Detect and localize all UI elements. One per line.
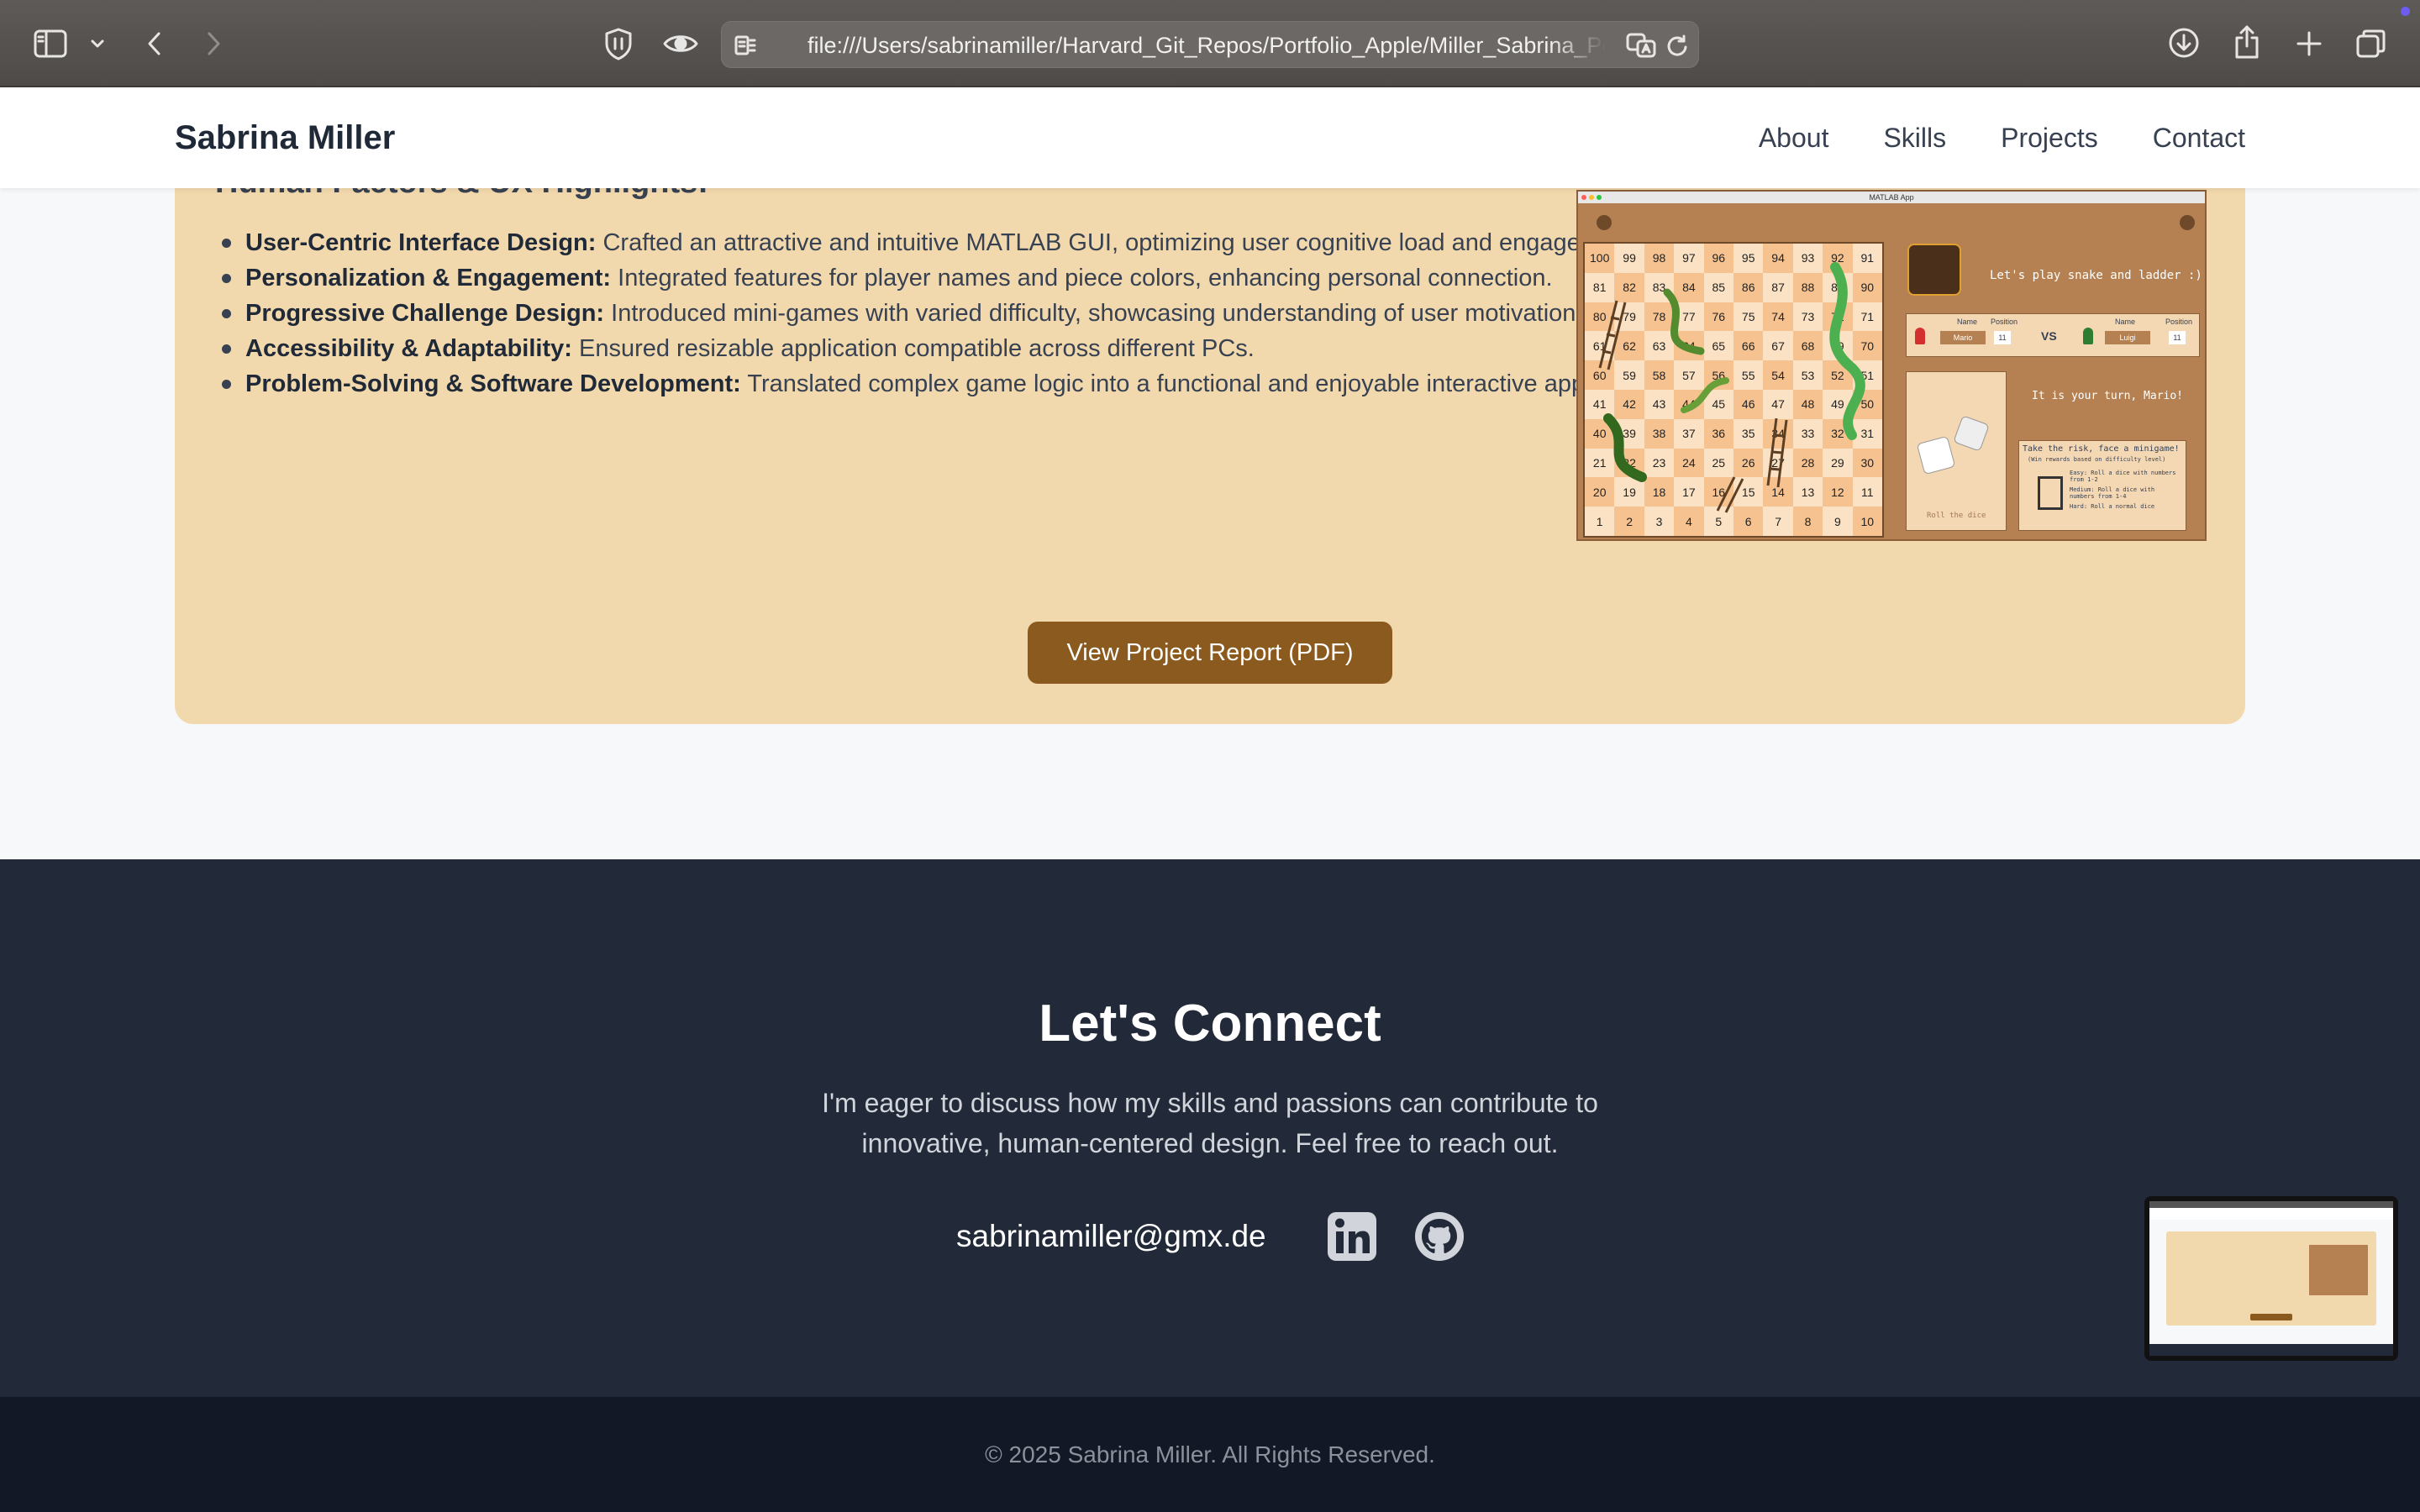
forward-icon[interactable]	[200, 27, 227, 60]
sidebar-icon[interactable]	[32, 27, 69, 60]
chevron-down-icon[interactable]	[87, 34, 108, 54]
player2-name[interactable]: Luigi	[2105, 331, 2150, 344]
highlight-title: Problem-Solving & Software Development:	[245, 370, 741, 397]
close-dot	[1581, 195, 1586, 200]
site-brand[interactable]: Sabrina Miller	[175, 87, 395, 188]
minigame-medium: Medium: Roll a dice with numbers from 1-…	[2070, 486, 2155, 500]
game-screenshot: MATLAB App 100 99 98 97 96 95 94 93 92 91 81 82 83 84…	[1576, 190, 2207, 541]
highlights-list: User-Centric Interface Design: Crafted a…	[215, 225, 1686, 402]
list-item: Personalization & Engagement: Integrated…	[215, 260, 1686, 296]
window-thumbnail[interactable]	[2144, 1196, 2398, 1361]
dice-icon	[1916, 435, 1956, 475]
ladder	[1766, 417, 1788, 488]
player1-name[interactable]: Mario	[1940, 331, 1986, 344]
ladder	[1716, 476, 1744, 513]
player1-marker	[1915, 328, 1925, 344]
list-item: Problem-Solving & Software Development: …	[215, 366, 1686, 402]
connect-section: Let's Connect I'm eager to discuss how m…	[0, 859, 2420, 1397]
email-link[interactable]: sabrinamiller@gmx.de	[956, 1219, 1266, 1254]
info-icon	[2180, 215, 2195, 230]
minigame-easy: Easy: Roll a dice with numbers from 1-2	[2070, 470, 2176, 483]
home-icon	[1597, 215, 1612, 230]
project-card: Human Factors & UX Highlights: User-Cent…	[175, 126, 2245, 724]
highlight-title: Progressive Challenge Design:	[245, 300, 605, 327]
col-name-label: Name	[1957, 318, 1978, 326]
download-icon[interactable]	[2166, 25, 2202, 60]
greeting-text: Let's play snake and ladder :)	[1990, 269, 2202, 282]
col-name-label: Name	[2115, 318, 2136, 326]
dice-icon	[1953, 415, 1990, 452]
turn-text: It is your turn, Mario!	[2032, 390, 2184, 402]
site-header: Sabrina Miller About Skills Projects Con…	[0, 87, 2420, 188]
snake	[1603, 413, 1647, 482]
player2-position: 11	[2169, 331, 2186, 344]
vs-label: VS	[2041, 329, 2057, 343]
list-item: User-Centric Interface Design: Crafted a…	[215, 225, 1686, 260]
view-report-button[interactable]: View Project Report (PDF)	[1028, 622, 1392, 684]
translate-icon[interactable]	[1624, 30, 1658, 60]
player2-marker	[2083, 328, 2093, 344]
copyright-text: © 2025 Sabrina Miller. All Rights Reserv…	[985, 1441, 1435, 1467]
minigame-hard: Hard: Roll a normal dice	[2070, 503, 2155, 510]
share-icon[interactable]	[2230, 22, 2264, 62]
highlight-text: Ensured resizable application compatible…	[578, 335, 1255, 362]
minigame-subtitle: (Win rewards based on difficulty level)	[2028, 456, 2166, 463]
player1-position: 11	[1994, 331, 2011, 344]
highlight-title: User-Centric Interface Design:	[245, 229, 597, 256]
roll-dice-label[interactable]: Roll the dice	[1927, 512, 1986, 520]
highlight-title: Accessibility & Adaptability:	[245, 335, 572, 362]
highlight-text: Introduced mini-games with varied diffic…	[611, 300, 1583, 327]
nav-contact[interactable]: Contact	[2153, 123, 2245, 154]
main-nav: About Skills Projects Contact	[1759, 87, 2245, 188]
back-icon[interactable]	[141, 27, 168, 60]
highlight-text: Crafted an attractive and intuitive MATL…	[602, 229, 1642, 256]
col-position-label: Position	[1991, 318, 2018, 326]
minigame-title: Take the risk, face a minigame!	[2023, 444, 2180, 454]
tabs-overview-icon[interactable]	[2353, 25, 2390, 62]
minimize-dot	[1589, 195, 1594, 200]
players-panel: Name Position Mario 11 VS Name Position …	[1906, 313, 2200, 357]
zoom-dot	[1597, 195, 1602, 200]
thumbnail-preview	[2149, 1201, 2393, 1356]
reader-icon[interactable]	[730, 30, 760, 60]
site-footer: © 2025 Sabrina Miller. All Rights Reserv…	[0, 1397, 2420, 1512]
shield-icon[interactable]	[602, 25, 635, 62]
browser-toolbar: file:///Users/sabrinamiller/Harvard_Git_…	[0, 0, 2420, 87]
game-window-title: MATLAB App	[1578, 192, 2205, 203]
nav-about[interactable]: About	[1759, 123, 1829, 154]
col-position-label: Position	[2165, 318, 2193, 326]
eye-icon[interactable]	[662, 29, 699, 59]
notification-dot	[2401, 7, 2410, 16]
highlight-text: Integrated features for player names and…	[618, 265, 1553, 291]
nav-projects[interactable]: Projects	[2001, 123, 2098, 154]
connect-text: I'm eager to discuss how my skills and p…	[822, 1088, 1598, 1158]
new-tab-icon[interactable]	[2292, 27, 2326, 60]
snakes-and-ladders-overlay	[1598, 262, 1865, 513]
reload-icon[interactable]	[1663, 32, 1691, 59]
list-item: Progressive Challenge Design: Introduced…	[215, 296, 1686, 331]
minigame-panel[interactable]: Take the risk, face a minigame! (Win rew…	[2018, 440, 2186, 531]
highlight-text: Translated complex game logic into a fun…	[747, 370, 1668, 397]
dice-panel[interactable]: Roll the dice	[1906, 371, 2007, 531]
linkedin-icon[interactable]	[1326, 1210, 1378, 1263]
nav-skills[interactable]: Skills	[1883, 123, 1946, 154]
address-bar[interactable]: file:///Users/sabrinamiller/Harvard_Git_…	[721, 21, 1699, 68]
list-item: Accessibility & Adaptability: Ensured re…	[215, 331, 1686, 366]
connect-title: Let's Connect	[1039, 995, 1381, 1053]
snake	[1663, 288, 1705, 355]
ladder	[1598, 300, 1627, 370]
window-title-text: MATLAB App	[1869, 193, 1914, 202]
github-icon[interactable]	[1413, 1210, 1465, 1263]
highlight-title: Personalization & Engagement:	[245, 265, 612, 291]
snake	[1829, 262, 1865, 440]
url-text[interactable]: file:///Users/sabrinamiller/Harvard_Git_…	[808, 22, 1606, 69]
snake	[1681, 377, 1729, 413]
game-logo	[1907, 244, 1961, 296]
abacus-icon	[2038, 476, 2063, 510]
